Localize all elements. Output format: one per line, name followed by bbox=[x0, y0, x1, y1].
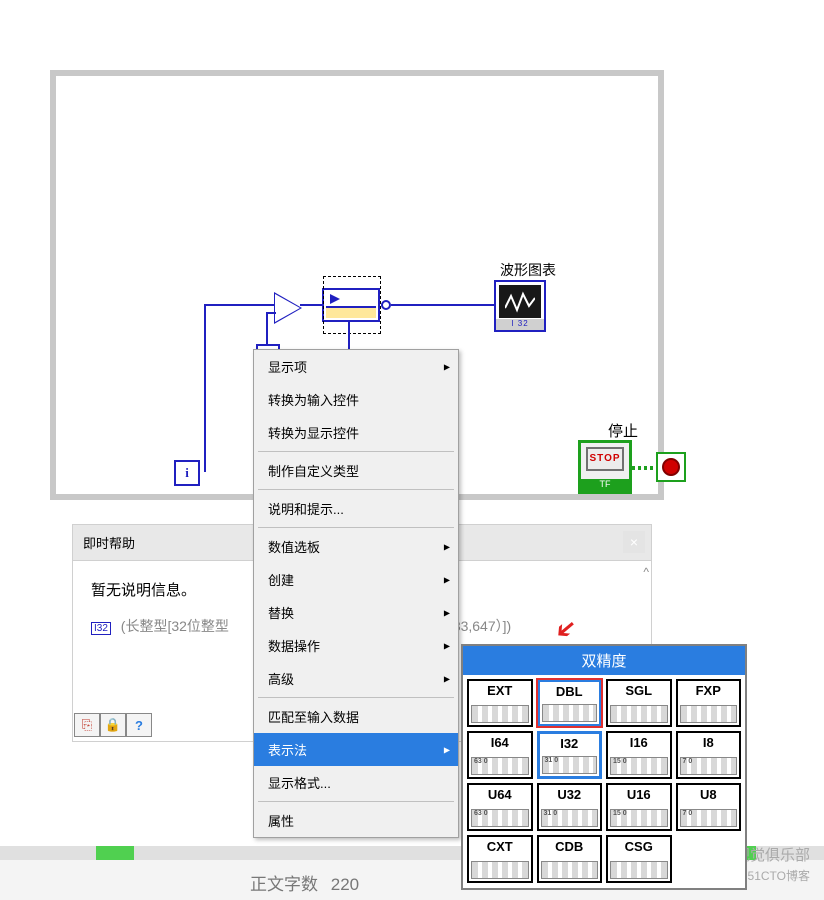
tool-btn-1[interactable]: ⎘ bbox=[74, 713, 100, 737]
palette-cell-dbl[interactable]: DBL bbox=[537, 679, 603, 727]
ctx-separator bbox=[258, 489, 454, 490]
palette-cell-sub: 7 0 bbox=[680, 757, 738, 775]
stop-tf-badge: TF bbox=[581, 479, 629, 491]
ctx-item[interactable]: 替换 bbox=[254, 596, 458, 629]
chart-label: 波形图表 bbox=[500, 260, 556, 280]
wire-boolean[interactable] bbox=[632, 466, 656, 470]
help-title: 即时帮助 bbox=[83, 536, 135, 551]
iteration-terminal[interactable]: i bbox=[174, 460, 200, 486]
palette-cell-csg[interactable]: CSG bbox=[606, 835, 672, 883]
palette-cell-u16[interactable]: U1615 0 bbox=[606, 783, 672, 831]
waveform-chart-terminal[interactable]: I 32 bbox=[494, 280, 546, 332]
palette-cell-sub: 31 0 bbox=[542, 756, 598, 774]
scroll-up-icon[interactable]: ^ bbox=[643, 565, 649, 579]
ctx-item[interactable]: 表示法 bbox=[254, 733, 458, 766]
ctx-item[interactable]: 显示格式... bbox=[254, 766, 458, 799]
wire[interactable] bbox=[300, 304, 322, 306]
ctx-separator bbox=[258, 697, 454, 698]
chart-type-badge: I 32 bbox=[496, 319, 544, 330]
stop-button-face: STOP bbox=[586, 447, 624, 471]
palette-cell-sub bbox=[471, 861, 529, 879]
wire[interactable] bbox=[391, 304, 494, 306]
palette-grid: EXTDBLSGLFXP I6463 0I3231 0I1615 0I87 0 U6… bbox=[463, 675, 745, 887]
i32-type-icon: I32 bbox=[91, 622, 111, 635]
palette-cell-u64[interactable]: U6463 0 bbox=[467, 783, 533, 831]
palette-cell-cdb[interactable]: CDB bbox=[537, 835, 603, 883]
stop-button-terminal[interactable]: STOP TF bbox=[578, 440, 632, 494]
palette-cell-sub bbox=[610, 861, 668, 879]
loop-stop-terminal[interactable] bbox=[656, 452, 686, 482]
palette-cell-u32[interactable]: U3231 0 bbox=[537, 783, 603, 831]
wire[interactable] bbox=[204, 304, 274, 306]
add-node bbox=[275, 294, 300, 322]
palette-cell-cxt[interactable]: CXT bbox=[467, 835, 533, 883]
ctx-item[interactable]: 转换为输入控件 bbox=[254, 383, 458, 416]
context-menu: 显示项转换为输入控件转换为显示控件制作自定义类型说明和提示... 数值选板创建替换… bbox=[253, 349, 459, 838]
ctx-separator bbox=[258, 801, 454, 802]
palette-cell-sub bbox=[541, 861, 599, 879]
representation-palette: 双精度 EXTDBLSGLFXP I6463 0I3231 0I1615 0I87… bbox=[461, 644, 747, 890]
palette-cell-i8[interactable]: I87 0 bbox=[676, 731, 742, 779]
ctx-item[interactable]: 显示项 bbox=[254, 350, 458, 383]
selection-marquee bbox=[323, 276, 381, 334]
ctx-item[interactable]: 创建 bbox=[254, 563, 458, 596]
palette-cell-i64[interactable]: I6463 0 bbox=[467, 731, 533, 779]
wire[interactable] bbox=[204, 304, 206, 472]
palette-cell-sgl[interactable]: SGL bbox=[606, 679, 672, 727]
wordcount-label: 正文字数 bbox=[250, 875, 318, 894]
ctx-item[interactable]: 匹配至输入数据 bbox=[254, 700, 458, 733]
palette-cell-i32[interactable]: I3231 0 bbox=[537, 731, 603, 779]
ctx-separator bbox=[258, 451, 454, 452]
palette-cell-i16[interactable]: I1615 0 bbox=[606, 731, 672, 779]
palette-cell-sub bbox=[542, 704, 598, 722]
palette-cell-sub: 63 0 bbox=[471, 809, 529, 827]
help-icon[interactable]: ? bbox=[126, 713, 152, 737]
palette-cell-sub: 31 0 bbox=[541, 809, 599, 827]
help-toolbar: ⎘ 🔒 ? bbox=[74, 713, 152, 737]
ctx-item[interactable]: 制作自定义类型 bbox=[254, 454, 458, 487]
palette-cell-sub bbox=[610, 705, 668, 723]
stop-label: 停止 bbox=[608, 420, 638, 441]
palette-cell-fxp[interactable]: FXP bbox=[676, 679, 742, 727]
ctx-item[interactable]: 转换为显示控件 bbox=[254, 416, 458, 449]
palette-cell-ext[interactable]: EXT bbox=[467, 679, 533, 727]
palette-cell-sub: 15 0 bbox=[610, 757, 668, 775]
palette-cell-sub: 63 0 bbox=[471, 757, 529, 775]
palette-cell-sub bbox=[680, 705, 738, 723]
palette-cell-sub bbox=[471, 705, 529, 723]
palette-cell-sub: 15 0 bbox=[610, 809, 668, 827]
palette-cell-u8[interactable]: U87 0 bbox=[676, 783, 742, 831]
palette-cell-sub: 7 0 bbox=[680, 809, 738, 827]
green-block bbox=[96, 846, 134, 860]
ctx-item[interactable]: 高级 bbox=[254, 662, 458, 695]
wire[interactable] bbox=[266, 312, 276, 314]
wordcount-value: 220 bbox=[331, 875, 359, 894]
tunnel-dot bbox=[381, 300, 391, 310]
chart-icon bbox=[499, 285, 541, 318]
ctx-separator bbox=[258, 527, 454, 528]
ctx-item[interactable]: 数据操作 bbox=[254, 629, 458, 662]
ctx-item[interactable]: 说明和提示... bbox=[254, 492, 458, 525]
ctx-item[interactable]: 数值选板 bbox=[254, 530, 458, 563]
ctx-item[interactable]: 属性 bbox=[254, 804, 458, 837]
lock-icon[interactable]: 🔒 bbox=[100, 713, 126, 737]
help-close-button[interactable]: × bbox=[623, 531, 645, 553]
palette-title: 双精度 bbox=[463, 646, 745, 675]
